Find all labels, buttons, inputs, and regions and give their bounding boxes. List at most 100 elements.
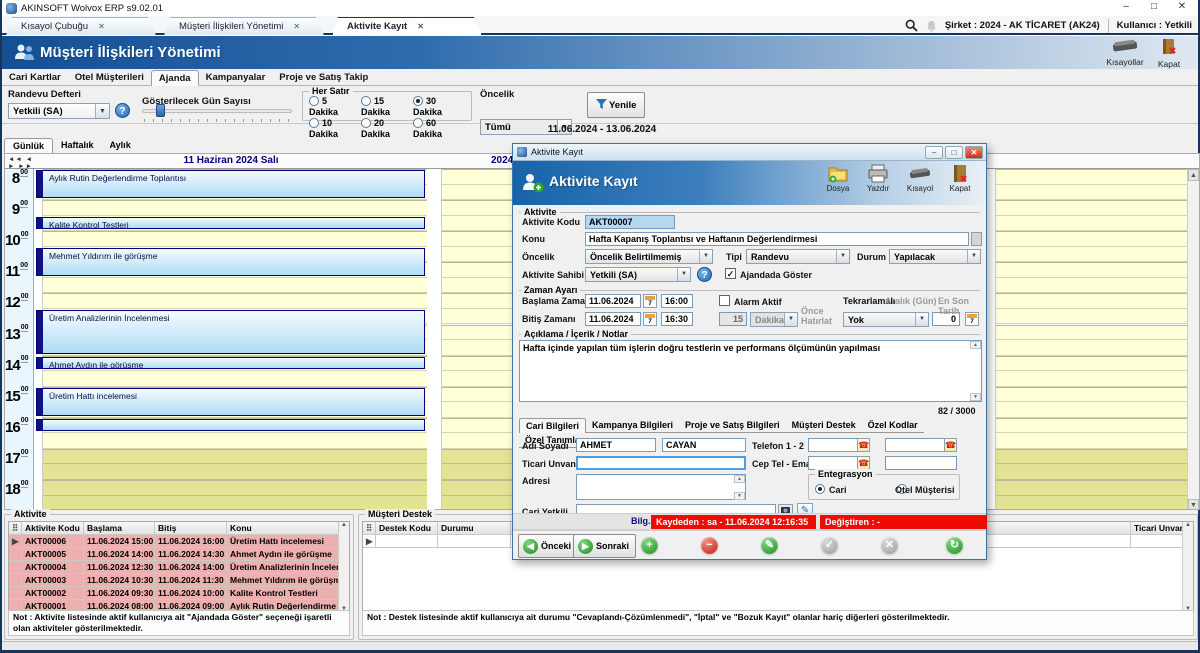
- cell[interactable]: AKT00005: [22, 548, 84, 561]
- cell[interactable]: 11.06.2024 15:00: [84, 535, 155, 548]
- ticari-unvani-input[interactable]: [576, 456, 746, 470]
- calendar-slot[interactable]: [43, 231, 427, 247]
- calendar-slot[interactable]: [996, 464, 1188, 480]
- calendar-slot[interactable]: [996, 169, 1188, 185]
- kisayollar-button[interactable]: Kısayollar: [1104, 38, 1146, 68]
- cell[interactable]: 11.06.2024 14:30: [155, 548, 227, 561]
- dialog-tab-cari-bilgileri[interactable]: Cari Bilgileri: [519, 418, 586, 433]
- cell[interactable]: [1131, 535, 1188, 548]
- calendar-slot[interactable]: [43, 278, 427, 294]
- enson-calendar-icon[interactable]: 7: [965, 312, 979, 326]
- destek-vscrollbar[interactable]: ▲▼: [1182, 522, 1193, 612]
- dialog-close-icon[interactable]: ✕: [965, 146, 983, 159]
- notification-bell-icon[interactable]: [926, 20, 937, 32]
- cell[interactable]: AKT00006: [22, 535, 84, 548]
- edit-record-icon[interactable]: ✎: [761, 537, 778, 554]
- dialog-restore-icon[interactable]: □: [945, 146, 963, 159]
- calendar-slot[interactable]: [996, 387, 1188, 403]
- ajandada-goster-checkbox[interactable]: ✓: [725, 268, 736, 279]
- baslama-calendar-icon[interactable]: 7: [643, 294, 657, 308]
- calendar-slot[interactable]: [996, 278, 1188, 294]
- tab-close-icon[interactable]: ✕: [293, 22, 300, 31]
- calendar-event[interactable]: [36, 419, 425, 432]
- bitis-time-input[interactable]: 16:30: [661, 312, 693, 326]
- cell[interactable]: AKT00003: [22, 574, 84, 587]
- calendar-slot[interactable]: [996, 449, 1188, 465]
- calendar-slot[interactable]: [996, 216, 1188, 232]
- save-record-icon[interactable]: ✓: [821, 537, 838, 554]
- calendar-slot[interactable]: [996, 496, 1188, 510]
- calendar-slot[interactable]: [43, 293, 427, 309]
- module-tab-otel-müşterileri[interactable]: Otel Müşterileri: [68, 70, 151, 86]
- durum-select[interactable]: Yapılacak▼: [889, 249, 981, 264]
- email-input[interactable]: [885, 456, 957, 470]
- tekrar-select[interactable]: Yok▼: [843, 312, 929, 327]
- cell[interactable]: AKT00004: [22, 561, 84, 574]
- radio-15-dakika[interactable]: [361, 96, 371, 106]
- calendar-slot[interactable]: [996, 293, 1188, 309]
- adresi-scroll-up-icon[interactable]: ▲: [734, 475, 745, 483]
- cell[interactable]: Kalite Kontrol Testleri: [227, 587, 339, 600]
- calendar-slot[interactable]: [43, 371, 427, 387]
- calendar-slot[interactable]: [996, 371, 1188, 387]
- calendar-event[interactable]: Ahmet Aydın ile görüşme: [36, 357, 425, 370]
- search-icon[interactable]: [905, 19, 918, 32]
- scroll-down-icon[interactable]: ▼: [1188, 499, 1199, 510]
- calendar-slot[interactable]: [996, 200, 1188, 216]
- calendar-day1-column[interactable]: Aylık Rutin Değerlendirme ToplantısıKali…: [35, 169, 427, 510]
- sahibi-select[interactable]: Yetkili (SA)▼: [585, 267, 691, 282]
- cell[interactable]: [376, 535, 438, 548]
- calendar-slot[interactable]: [996, 402, 1188, 418]
- calendar-slot[interactable]: [43, 200, 427, 216]
- delete-record-icon[interactable]: −: [701, 537, 718, 554]
- sonraki-button[interactable]: ▶ Sonraki: [573, 534, 636, 558]
- calendar-event[interactable]: Kalite Kontrol Testleri: [36, 217, 425, 230]
- calendar-slot[interactable]: [996, 325, 1188, 341]
- dialog-minimize-icon[interactable]: –: [925, 146, 943, 159]
- close-icon[interactable]: ✕: [1168, 0, 1196, 15]
- cell[interactable]: 11.06.2024 10:00: [155, 587, 227, 600]
- sahibi-help-icon[interactable]: ?: [697, 267, 712, 282]
- module-tab-kampanyalar[interactable]: Kampanyalar: [199, 70, 273, 86]
- slider-thumb[interactable]: [156, 104, 165, 117]
- adresi-textarea[interactable]: [576, 474, 746, 500]
- calendar-event[interactable]: Üretim Analizlerinin İncelenmesi: [36, 310, 425, 354]
- calendar-slot[interactable]: [996, 480, 1188, 496]
- maximize-icon[interactable]: □: [1140, 0, 1168, 15]
- column-header[interactable]: Aktivite Kodu: [22, 522, 84, 535]
- dialog-tab-proje-ve-satış-bilgileri[interactable]: Proje ve Satış Bilgileri: [679, 418, 786, 433]
- calendar-slot[interactable]: [996, 340, 1188, 356]
- calendar-slot[interactable]: [996, 262, 1188, 278]
- view-tab-aylık[interactable]: Aylık: [102, 138, 139, 153]
- tipi-select[interactable]: Randevu▼: [746, 249, 850, 264]
- phone-icon[interactable]: ☎: [857, 438, 870, 452]
- konu-more-button[interactable]: [971, 232, 982, 246]
- dialog-tab-özel-kodlar[interactable]: Özel Kodlar: [862, 418, 924, 433]
- calendar-slot[interactable]: [43, 433, 427, 449]
- cell[interactable]: AKT00002: [22, 587, 84, 600]
- column-header[interactable]: Bitiş: [155, 522, 227, 535]
- alarm-aktif-checkbox[interactable]: [719, 295, 730, 306]
- cell[interactable]: Üretim Hattı incelemesi: [227, 535, 339, 548]
- aciklama-textarea[interactable]: Hafta içinde yapılan tüm işlerin doğru t…: [519, 340, 982, 402]
- cancel-record-icon[interactable]: ✕: [881, 537, 898, 554]
- cell[interactable]: [438, 535, 511, 548]
- bitis-calendar-icon[interactable]: 7: [643, 312, 657, 326]
- dialog-oncelik-select[interactable]: Öncelik Belirtilmemiş▼: [585, 249, 713, 264]
- baslama-time-input[interactable]: 16:00: [661, 294, 693, 308]
- dosya-button[interactable]: Dosya: [818, 164, 858, 202]
- cell[interactable]: Üretim Analizlerinin İncelenmesi: [227, 561, 339, 574]
- adresi-scroll-down-icon[interactable]: ▼: [734, 492, 745, 500]
- calendar-slot[interactable]: [43, 449, 427, 465]
- view-tab-günlük[interactable]: Günlük: [4, 138, 53, 153]
- soyadi-input[interactable]: CAYAN: [662, 438, 746, 452]
- module-tab-ajanda[interactable]: Ajanda: [151, 70, 199, 86]
- cell[interactable]: Ahmet Aydın ile görüşme: [227, 548, 339, 561]
- calendar-day3-column[interactable]: [988, 169, 1188, 510]
- calendar-slot[interactable]: [996, 185, 1188, 201]
- app-tab-2[interactable]: Aktivite Kayıt✕: [332, 17, 482, 35]
- aciklama-scroll-down-icon[interactable]: ▼: [970, 393, 981, 401]
- cell[interactable]: 11.06.2024 14:00: [155, 561, 227, 574]
- help-icon[interactable]: ?: [115, 103, 130, 118]
- column-header[interactable]: Durumu: [438, 522, 511, 535]
